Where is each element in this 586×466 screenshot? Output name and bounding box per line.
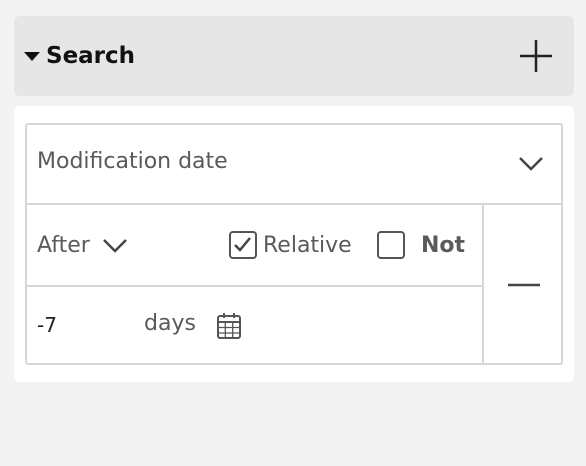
relative-checkbox-group[interactable]: Relative	[229, 229, 352, 261]
chevron-down-icon	[519, 157, 543, 171]
search-title: Search	[46, 43, 136, 69]
field-select-label: Modification date	[37, 149, 228, 174]
search-header: Search	[14, 16, 574, 96]
remove-filter-area	[482, 205, 561, 363]
not-checkbox[interactable]	[377, 231, 405, 259]
search-collapse-toggle[interactable]: Search	[24, 40, 135, 72]
chevron-down-icon	[102, 239, 127, 253]
condition-row: After Relative Not	[27, 205, 482, 287]
value-row: days	[27, 287, 482, 363]
calendar-icon[interactable]	[216, 312, 242, 340]
relative-label: Relative	[263, 232, 352, 258]
relative-checkbox[interactable]	[229, 231, 257, 259]
caret-down-icon	[24, 51, 40, 61]
operator-label: After	[37, 232, 90, 258]
filter-card: Modification date After Relative Not -7 …	[25, 123, 563, 365]
remove-filter-button[interactable]	[504, 267, 544, 303]
plus-icon	[520, 40, 552, 72]
not-label: Not	[421, 232, 466, 258]
checkmark-icon	[234, 237, 251, 252]
add-filter-button[interactable]	[516, 36, 556, 76]
field-select[interactable]: Modification date	[27, 125, 561, 205]
relative-value-input[interactable]	[37, 307, 127, 343]
not-checkbox-group[interactable]: Not	[377, 229, 465, 261]
operator-select[interactable]: After	[37, 229, 128, 261]
filter-panel: Modification date After Relative Not -7 …	[14, 106, 574, 382]
unit-label: days	[144, 311, 196, 336]
